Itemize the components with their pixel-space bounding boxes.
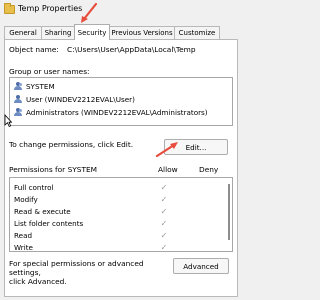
tab-customize[interactable]: Customize [174, 26, 220, 39]
list-item-label: SYSTEM [26, 82, 55, 91]
change-permissions-text: To change permissions, click Edit. [9, 140, 134, 149]
permissions-list[interactable]: Full control ✓ Modify ✓ Read & execute ✓… [9, 177, 233, 252]
list-item-system[interactable]: SYSTEM [14, 82, 55, 92]
tab-general[interactable]: General [4, 26, 42, 39]
allow-check-icon: ✓ [160, 219, 168, 228]
tab-sharing[interactable]: Sharing [41, 26, 75, 39]
annotation-arrow-security-tab [81, 2, 98, 23]
deny-column-header: Deny [199, 165, 219, 174]
list-item-administrators[interactable]: Administrators (WINDEV2212EVAL\Administr… [14, 108, 208, 118]
list-item-label: Administrators (WINDEV2212EVAL\Administr… [26, 108, 208, 117]
allow-column-header: Allow [158, 165, 178, 174]
allow-check-icon: ✓ [160, 243, 168, 252]
mouse-cursor-icon [4, 114, 12, 128]
allow-check-icon: ✓ [160, 183, 168, 192]
permission-label: Read & execute [14, 207, 71, 216]
advanced-info-line2: click Advanced. [9, 277, 67, 286]
allow-check-icon: ✓ [160, 231, 168, 240]
permission-row-full-control: Full control ✓ [14, 183, 214, 193]
list-item-label: User (WINDEV2212EVAL\User) [26, 95, 135, 104]
advanced-info-text: For special permissions or advanced sett… [9, 259, 167, 286]
object-name-label: Object name: [9, 45, 59, 54]
title-bar: Temp Properties [0, 0, 242, 20]
group-user-list[interactable]: SYSTEM User (WINDEV2212EVAL\User) Admini… [9, 77, 233, 126]
advanced-info-line1: For special permissions or advanced sett… [9, 259, 144, 277]
users-icon [14, 82, 24, 90]
permission-row-write: Write ✓ [14, 243, 214, 252]
permission-row-modify: Modify ✓ [14, 195, 214, 205]
window-title: Temp Properties [18, 4, 83, 13]
permissions-header: Permissions for SYSTEM [9, 165, 98, 174]
folder-icon [4, 3, 15, 14]
object-name-value: C:\Users\User\AppData\Local\Temp [67, 45, 196, 54]
permission-row-read: Read ✓ [14, 231, 214, 241]
tab-previous-versions[interactable]: Previous Versions [109, 26, 175, 39]
advanced-button[interactable]: Advanced [173, 258, 229, 274]
users-icon [14, 108, 24, 116]
permission-label: Read [14, 231, 33, 240]
group-user-names-label: Group or user names: [9, 67, 90, 76]
permission-label: Full control [14, 183, 54, 192]
list-item-user[interactable]: User (WINDEV2212EVAL\User) [14, 95, 135, 105]
annotation-arrow-edit-button [155, 142, 178, 158]
permission-row-list-folder-contents: List folder contents ✓ [14, 219, 214, 229]
permission-label: List folder contents [14, 219, 84, 228]
permission-label: Modify [14, 195, 38, 204]
permission-row-read-execute: Read & execute ✓ [14, 207, 214, 217]
permissions-scrollbar[interactable] [228, 184, 230, 240]
allow-check-icon: ✓ [160, 207, 168, 216]
user-icon [14, 95, 24, 103]
permission-label: Write [14, 243, 33, 252]
tab-security[interactable]: Security [74, 24, 110, 40]
tab-strip: General Sharing Security Previous Versio… [4, 24, 238, 40]
allow-check-icon: ✓ [160, 195, 168, 204]
